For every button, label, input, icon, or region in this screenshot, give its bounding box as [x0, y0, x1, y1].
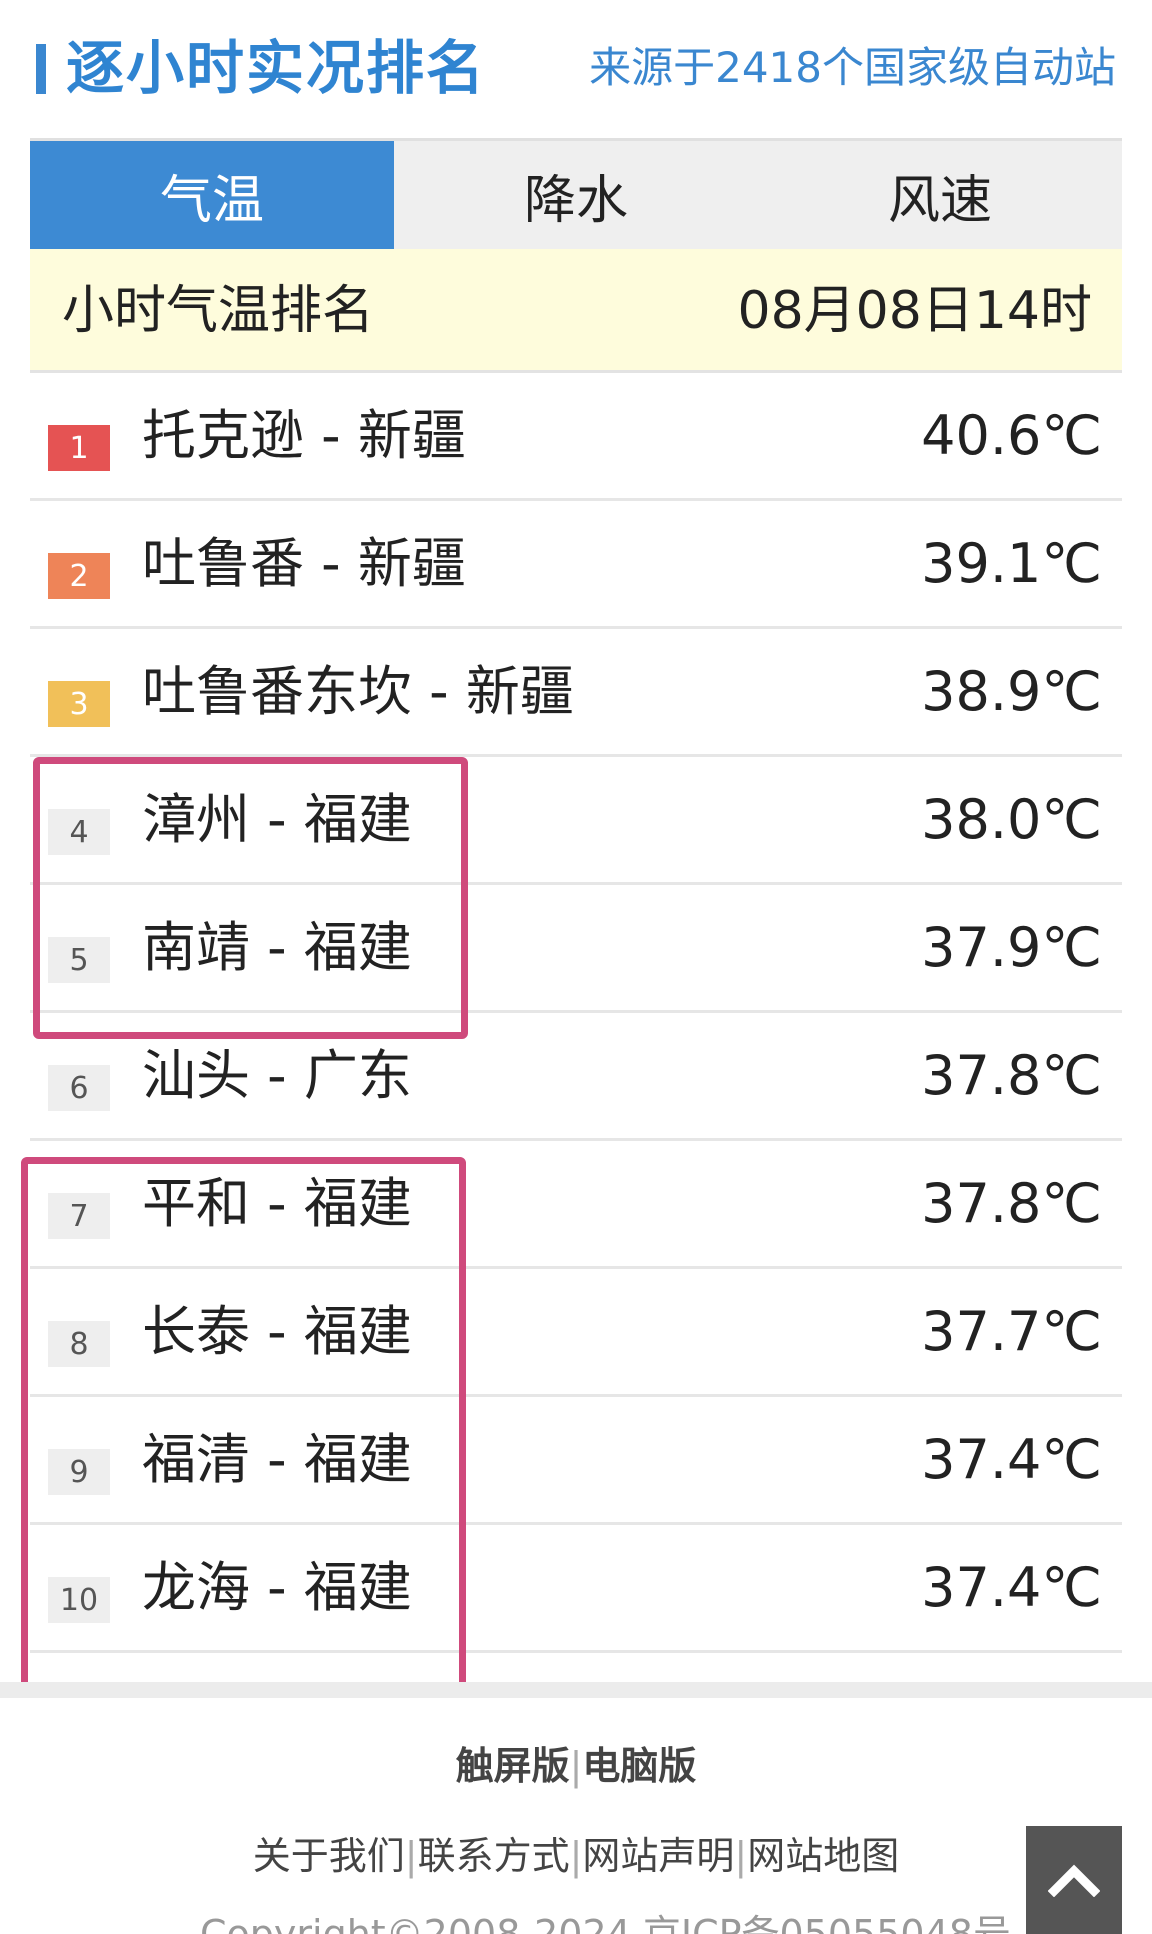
- ranking-row-7[interactable]: 7 平和 - 福建 37.8℃: [30, 1141, 1122, 1269]
- metric-tabs: 气温 降水 风速: [30, 141, 1122, 249]
- rank-badge: 9: [48, 1449, 110, 1495]
- ranking-row-5[interactable]: 5 南靖 - 福建 37.9℃: [30, 885, 1122, 1013]
- rank-badge: 7: [48, 1193, 110, 1239]
- statement-link[interactable]: 网站声明: [582, 1834, 734, 1878]
- temperature-value: 37.4℃: [921, 1556, 1102, 1619]
- separator: |: [569, 1834, 583, 1878]
- station-name: 长泰 - 福建: [142, 1300, 412, 1363]
- station-name: 龙海 - 福建: [142, 1556, 412, 1619]
- copyright-text: Copyright©2008-2024 京ICP备05055048号: [200, 1912, 1011, 1934]
- rank-badge: 3: [48, 681, 110, 727]
- about-us-link[interactable]: 关于我们: [253, 1834, 405, 1878]
- temperature-value: 37.8℃: [921, 1044, 1102, 1107]
- ranking-title: 小时气温排名: [62, 281, 375, 341]
- contact-link[interactable]: 联系方式: [418, 1834, 570, 1878]
- ranking-row-2[interactable]: 2 吐鲁番 - 新疆 39.1℃: [30, 501, 1122, 629]
- ranking-row-3[interactable]: 3 吐鲁番东坎 - 新疆 38.9℃: [30, 629, 1122, 757]
- separator: |: [569, 1744, 583, 1788]
- tab-wind-speed[interactable]: 风速: [758, 141, 1122, 249]
- rank-badge: 6: [48, 1065, 110, 1111]
- pc-version-link[interactable]: 电脑版: [582, 1744, 696, 1788]
- temperature-value: 37.7℃: [921, 1300, 1102, 1363]
- rank-badge: 4: [48, 809, 110, 855]
- rank-badge: 8: [48, 1321, 110, 1367]
- ranking-row-4[interactable]: 4 漳州 - 福建 38.0℃: [30, 757, 1122, 885]
- page-title: 逐小时实况排名: [66, 34, 487, 102]
- station-name: 南靖 - 福建: [142, 916, 412, 979]
- touch-version-link[interactable]: 触屏版: [456, 1744, 570, 1788]
- temperature-value: 39.1℃: [921, 532, 1102, 595]
- rank-badge: 10: [48, 1577, 110, 1623]
- station-name: 平和 - 福建: [142, 1172, 412, 1235]
- page-header: 逐小时实况排名 来源于2418个国家级自动站: [30, 30, 1122, 140]
- station-name: 福清 - 福建: [142, 1428, 412, 1491]
- header-accent-bar: [36, 44, 46, 94]
- ranking-row-10[interactable]: 10 龙海 - 福建 37.4℃: [30, 1525, 1122, 1653]
- ranking-time: 08月08日14时: [737, 281, 1092, 341]
- rank-badge: 2: [48, 553, 110, 599]
- ranking-row-9[interactable]: 9 福清 - 福建 37.4℃: [30, 1397, 1122, 1525]
- tab-precipitation[interactable]: 降水: [394, 141, 758, 249]
- back-to-top-button[interactable]: [1026, 1826, 1122, 1934]
- temperature-value: 37.4℃: [921, 1428, 1102, 1491]
- chevron-up-icon: [1048, 1864, 1100, 1897]
- station-name: 托克逊 - 新疆: [142, 404, 466, 467]
- temperature-value: 38.0℃: [921, 788, 1102, 851]
- sitemap-link[interactable]: 网站地图: [747, 1834, 899, 1878]
- data-source-note: 来源于2418个国家级自动站: [589, 43, 1116, 92]
- footer-links: 关于我们|联系方式|网站声明|网站地图: [0, 1825, 1152, 1880]
- ranking-subheader: 小时气温排名 08月08日14时: [30, 249, 1122, 373]
- temperature-value: 40.6℃: [921, 404, 1102, 467]
- separator: |: [734, 1834, 748, 1878]
- app-root: 逐小时实况排名 来源于2418个国家级自动站 气温 降水 风速 小时气温排名 0…: [0, 0, 1152, 1934]
- tab-temperature[interactable]: 气温: [30, 141, 394, 249]
- separator: |: [404, 1834, 418, 1878]
- station-name: 吐鲁番 - 新疆: [142, 532, 466, 595]
- section-divider: [0, 1682, 1152, 1698]
- rank-badge: 5: [48, 937, 110, 983]
- ranking-row-1[interactable]: 1 托克逊 - 新疆 40.6℃: [30, 373, 1122, 501]
- station-name: 吐鲁番东坎 - 新疆: [142, 660, 574, 723]
- temperature-value: 37.9℃: [921, 916, 1102, 979]
- temperature-value: 37.8℃: [921, 1172, 1102, 1235]
- station-name: 漳州 - 福建: [142, 788, 412, 851]
- rank-badge: 1: [48, 425, 110, 471]
- version-switcher: 触屏版|电脑版: [0, 1735, 1152, 1790]
- ranking-row-8[interactable]: 8 长泰 - 福建 37.7℃: [30, 1269, 1122, 1397]
- temperature-value: 38.9℃: [921, 660, 1102, 723]
- ranking-list: 1 托克逊 - 新疆 40.6℃ 2 吐鲁番 - 新疆 39.1℃ 3 吐鲁番东…: [30, 373, 1122, 1653]
- station-name: 汕头 - 广东: [142, 1044, 412, 1107]
- ranking-row-6[interactable]: 6 汕头 - 广东 37.8℃: [30, 1013, 1122, 1141]
